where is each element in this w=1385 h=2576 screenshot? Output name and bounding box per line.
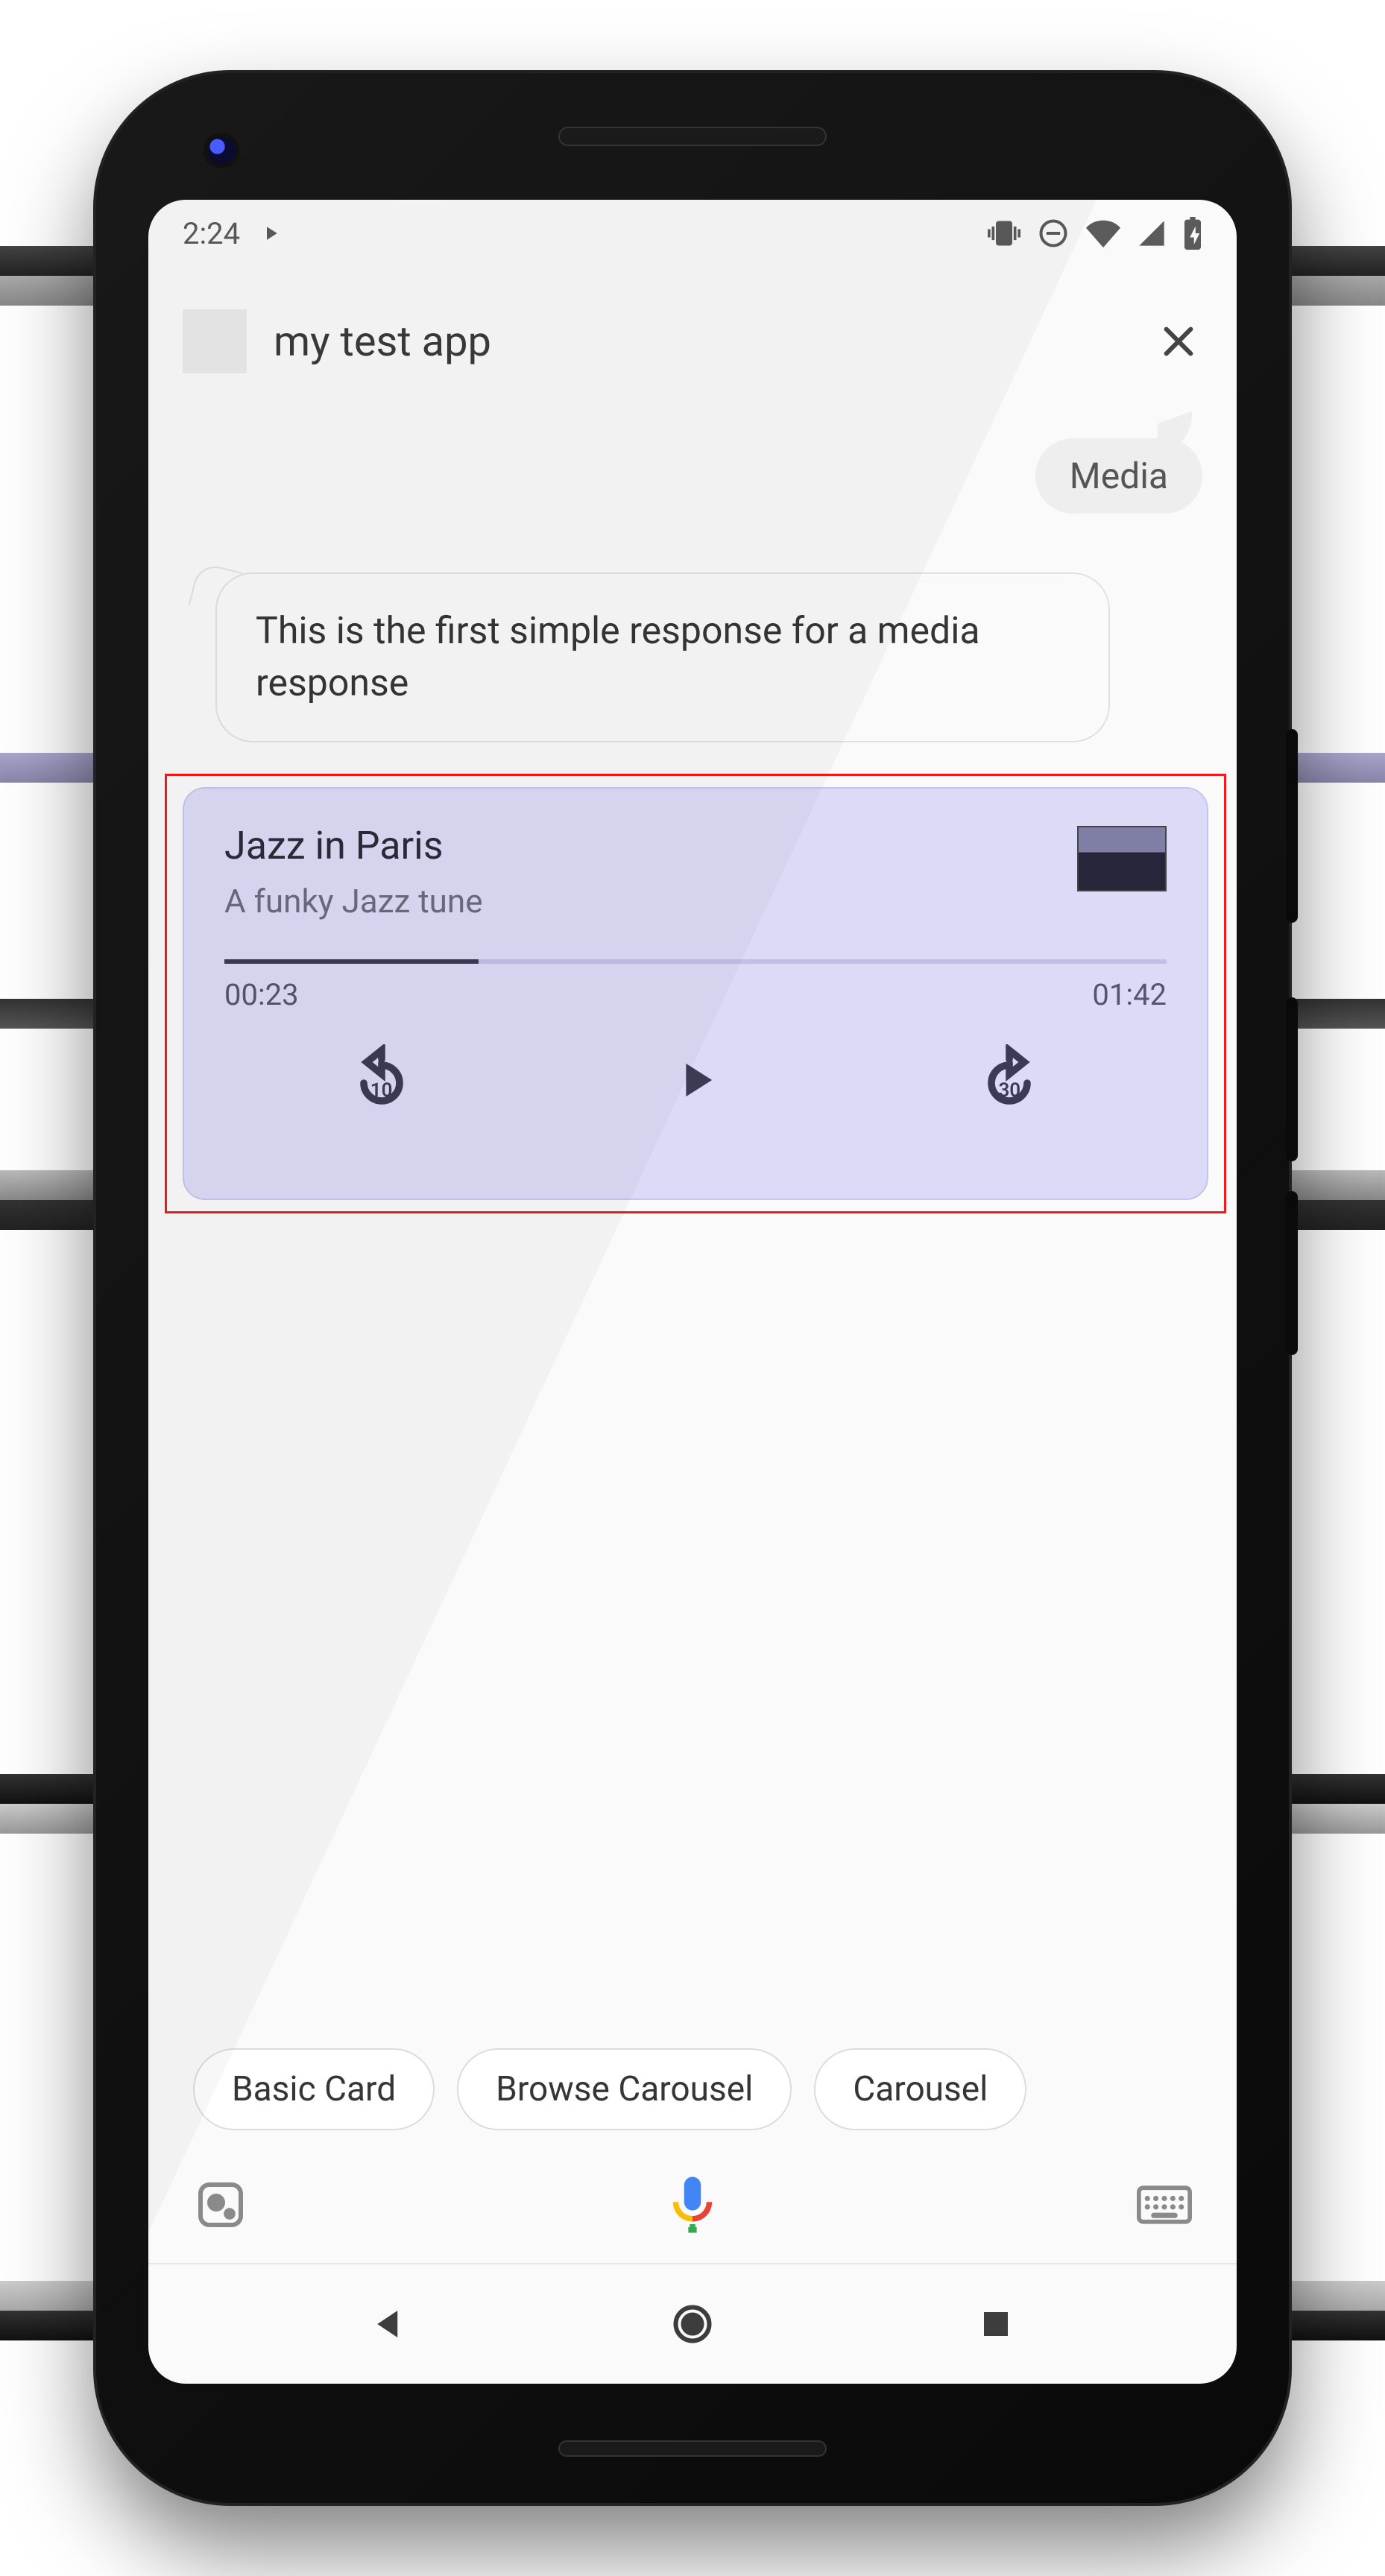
suggestion-chips: Basic Card Browse Carousel Carousel <box>148 2048 1237 2130</box>
media-progress-fill <box>224 959 479 964</box>
nav-recents-button[interactable] <box>970 2298 1022 2350</box>
keyboard-icon[interactable] <box>1137 2177 1192 2232</box>
chip-browse-carousel[interactable]: Browse Carousel <box>457 2048 792 2130</box>
forward-seconds-label: 30 <box>998 1079 1020 1102</box>
media-subtitle: A funky Jazz tune <box>224 882 483 921</box>
play-button[interactable] <box>654 1039 736 1121</box>
rewind-button[interactable]: 10 <box>341 1039 423 1121</box>
phone-front-camera <box>208 137 235 164</box>
chip-label: Browse Carousel <box>496 2069 753 2109</box>
battery-charging-icon <box>1183 217 1202 250</box>
mic-button[interactable] <box>659 2171 726 2238</box>
phone-volume-up-button <box>1286 997 1298 1161</box>
lens-icon[interactable] <box>193 2177 248 2232</box>
response-bubble: This is the first simple response for a … <box>215 572 1110 742</box>
status-time: 2:24 <box>183 216 240 251</box>
app-header: my test app <box>148 289 1237 394</box>
phone-volume-down-button <box>1286 1191 1298 1355</box>
assistant-input-bar <box>148 2153 1237 2257</box>
media-thumbnail <box>1077 826 1167 891</box>
phone-frame: 2:24 <box>96 73 1289 2503</box>
system-nav-bar <box>148 2264 1237 2384</box>
app-title: my test app <box>274 317 1128 366</box>
media-title: Jazz in Paris <box>224 823 483 868</box>
vibrate-icon <box>988 217 1020 250</box>
media-response-card: Jazz in Paris A funky Jazz tune 00:23 01… <box>183 787 1208 1200</box>
chip-label: Basic Card <box>232 2069 396 2109</box>
media-progress-track[interactable] <box>224 959 1167 964</box>
chip-carousel[interactable]: Carousel <box>814 2048 1026 2130</box>
media-duration: 01:42 <box>1092 977 1167 1012</box>
chip-basic-card[interactable]: Basic Card <box>193 2048 435 2130</box>
wifi-icon <box>1086 216 1120 250</box>
phone-speaker-bottom <box>558 2440 827 2457</box>
media-elapsed-time: 00:23 <box>224 977 299 1012</box>
status-play-icon <box>259 222 282 244</box>
decorative-blur-left <box>0 0 104 2576</box>
nav-back-button[interactable] <box>363 2298 415 2350</box>
response-text: This is the first simple response for a … <box>256 610 980 705</box>
cell-signal-icon <box>1137 218 1167 248</box>
phone-screen: 2:24 <box>148 200 1237 2384</box>
rewind-seconds-label: 10 <box>370 1079 393 1102</box>
user-message-text: Media <box>1035 438 1202 514</box>
nav-home-button[interactable] <box>666 2298 719 2350</box>
do-not-disturb-icon <box>1037 217 1070 250</box>
forward-button[interactable]: 30 <box>968 1039 1050 1121</box>
phone-power-button <box>1286 729 1298 923</box>
app-icon-placeholder <box>183 309 247 373</box>
status-bar: 2:24 <box>148 200 1237 267</box>
user-message: Media <box>1035 438 1202 514</box>
phone-speaker-top <box>558 127 827 146</box>
close-button[interactable] <box>1155 318 1202 365</box>
chip-label: Carousel <box>853 2069 988 2109</box>
